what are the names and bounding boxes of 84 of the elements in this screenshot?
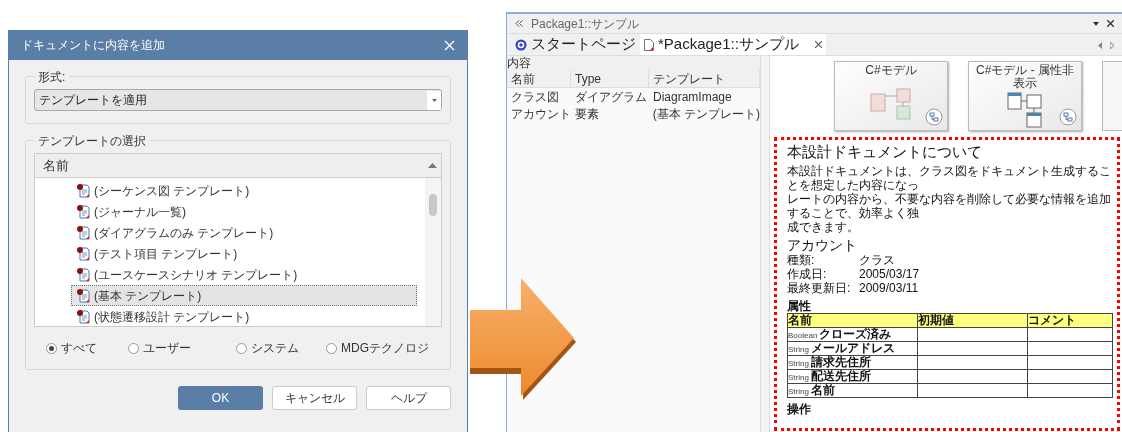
class-diagram-icon [1007, 92, 1043, 128]
detail-value: 2009/03/11 [859, 281, 919, 295]
format-dropdown[interactable]: テンプレートを適用 [34, 89, 442, 111]
collapse-icon[interactable] [515, 20, 523, 27]
scroll-right-icon[interactable] [1110, 42, 1114, 49]
document-heading: 本設計ドキュメントについて [787, 143, 983, 161]
template-item[interactable]: (シーケンス図 テンプレート) [71, 180, 417, 201]
start-page-icon [515, 38, 527, 51]
scroll-left-icon[interactable] [1098, 42, 1102, 49]
group-label: 形式: [34, 68, 70, 86]
template-item[interactable]: (ユースケースシナリオ テンプレート) [71, 264, 417, 285]
document-icon [644, 38, 654, 51]
radio-button[interactable]: システム [236, 339, 299, 357]
radio-button[interactable]: ユーザー [128, 339, 191, 357]
template-item[interactable]: (テスト項目 テンプレート) [71, 243, 417, 264]
attribute-type: String [788, 359, 809, 369]
template-item[interactable]: (ジャーナル一覧) [71, 201, 417, 222]
diagram-badge-icon [925, 108, 943, 126]
tab[interactable]: スタートページ [511, 34, 640, 55]
table-header-cell: 名前 [788, 314, 918, 327]
column-header[interactable]: テンプレート [649, 69, 760, 88]
close-icon[interactable] [1107, 20, 1114, 27]
table-cell-text: ダイアグラム [574, 88, 648, 106]
template-card[interactable]: C#モデル [834, 61, 948, 131]
attribute-type: String [788, 345, 809, 355]
group-label: テンプレートの選択 [34, 132, 150, 150]
attribute-name: 名前 [810, 384, 835, 397]
template-icon [76, 183, 90, 198]
column-header[interactable]: 名前 [39, 155, 73, 176]
template-icon [76, 204, 90, 219]
template-item[interactable]: (基本 テンプレート) [71, 285, 417, 306]
radio-button[interactable]: MDGテクノロジ [326, 339, 429, 357]
paragraph-line: 成できます。 [787, 220, 860, 234]
close-tab-icon[interactable] [814, 41, 822, 48]
attribute-name: クローズ済み [819, 328, 892, 341]
section-heading: 操作 [787, 402, 812, 416]
radio-button[interactable]: すべて [46, 339, 97, 357]
detail-value: クラス [859, 253, 895, 267]
dialog-button[interactable]: キャンセル [272, 386, 357, 410]
attribute-type: String [788, 373, 809, 383]
attribute-name: 配送先住所 [810, 370, 871, 383]
dialog-button[interactable]: ヘルプ [366, 386, 451, 410]
sort-up-icon[interactable] [428, 163, 437, 168]
table-cell-text: アカウント [510, 105, 571, 123]
table-header-cell: コメント [1028, 314, 1113, 327]
section-heading: 属性 [787, 299, 812, 313]
card-title: C#モデル [864, 64, 918, 77]
window-title: Package1::サンプル [531, 15, 640, 33]
table-cell-text: (基本 テンプレート) [651, 105, 760, 123]
dropdown-caret-icon [427, 90, 441, 110]
scrollbar[interactable] [425, 178, 441, 326]
detail-value: 2005/03/17 [859, 267, 920, 281]
paragraph-line: 本設計ドキュメントは、クラス図をドキュメント生成することを想定した内容になっ [787, 164, 1112, 192]
column-header[interactable]: Type [571, 69, 649, 88]
table-cell-text: クラス図 [510, 88, 560, 106]
card-title: C#モデル - 属性非表示 [975, 64, 1075, 90]
ok-button[interactable]: OK [178, 386, 263, 410]
pane-title: 内容 [507, 56, 760, 70]
table-header-cell: 初期値 [918, 314, 1028, 327]
dropdown-icon[interactable] [1093, 21, 1099, 26]
template-icon [76, 246, 90, 261]
template-icon [76, 288, 90, 303]
template-icon [76, 225, 90, 240]
attribute-name: メールアドレス [810, 342, 895, 355]
table-cell-text: DiagramImage [652, 88, 733, 106]
template-card[interactable]: C#モデル - 属性非表示 [968, 61, 1082, 131]
template-icon [76, 267, 90, 282]
element-heading: アカウント [787, 237, 858, 253]
paragraph-line: レートの内容から、不要な内容を削除して必要な情報を追加することで、効率よく独 [787, 192, 1112, 220]
template-item[interactable]: (状態遷移設計 テンプレート) [71, 306, 417, 326]
attribute-type: String [788, 387, 809, 397]
attribute-name: 請求先住所 [810, 356, 871, 369]
column-header[interactable]: 名前 [507, 69, 571, 88]
detail-label: 作成日: [787, 267, 828, 281]
attribute-type: Boolean [788, 331, 818, 341]
detail-label: 最終更新日: [787, 281, 852, 295]
detail-label: 種類: [787, 253, 816, 267]
table-cell-text: 要素 [574, 105, 600, 123]
class-diagram-icon [870, 87, 912, 120]
template-icon [76, 309, 90, 324]
template-item[interactable]: (ダイアグラムのみ テンプレート) [71, 222, 417, 243]
tab[interactable]: *Package1::サンプル [640, 34, 826, 55]
diagram-badge-icon [1059, 108, 1077, 126]
dialog-title: ドキュメントに内容を追加 [21, 37, 165, 54]
